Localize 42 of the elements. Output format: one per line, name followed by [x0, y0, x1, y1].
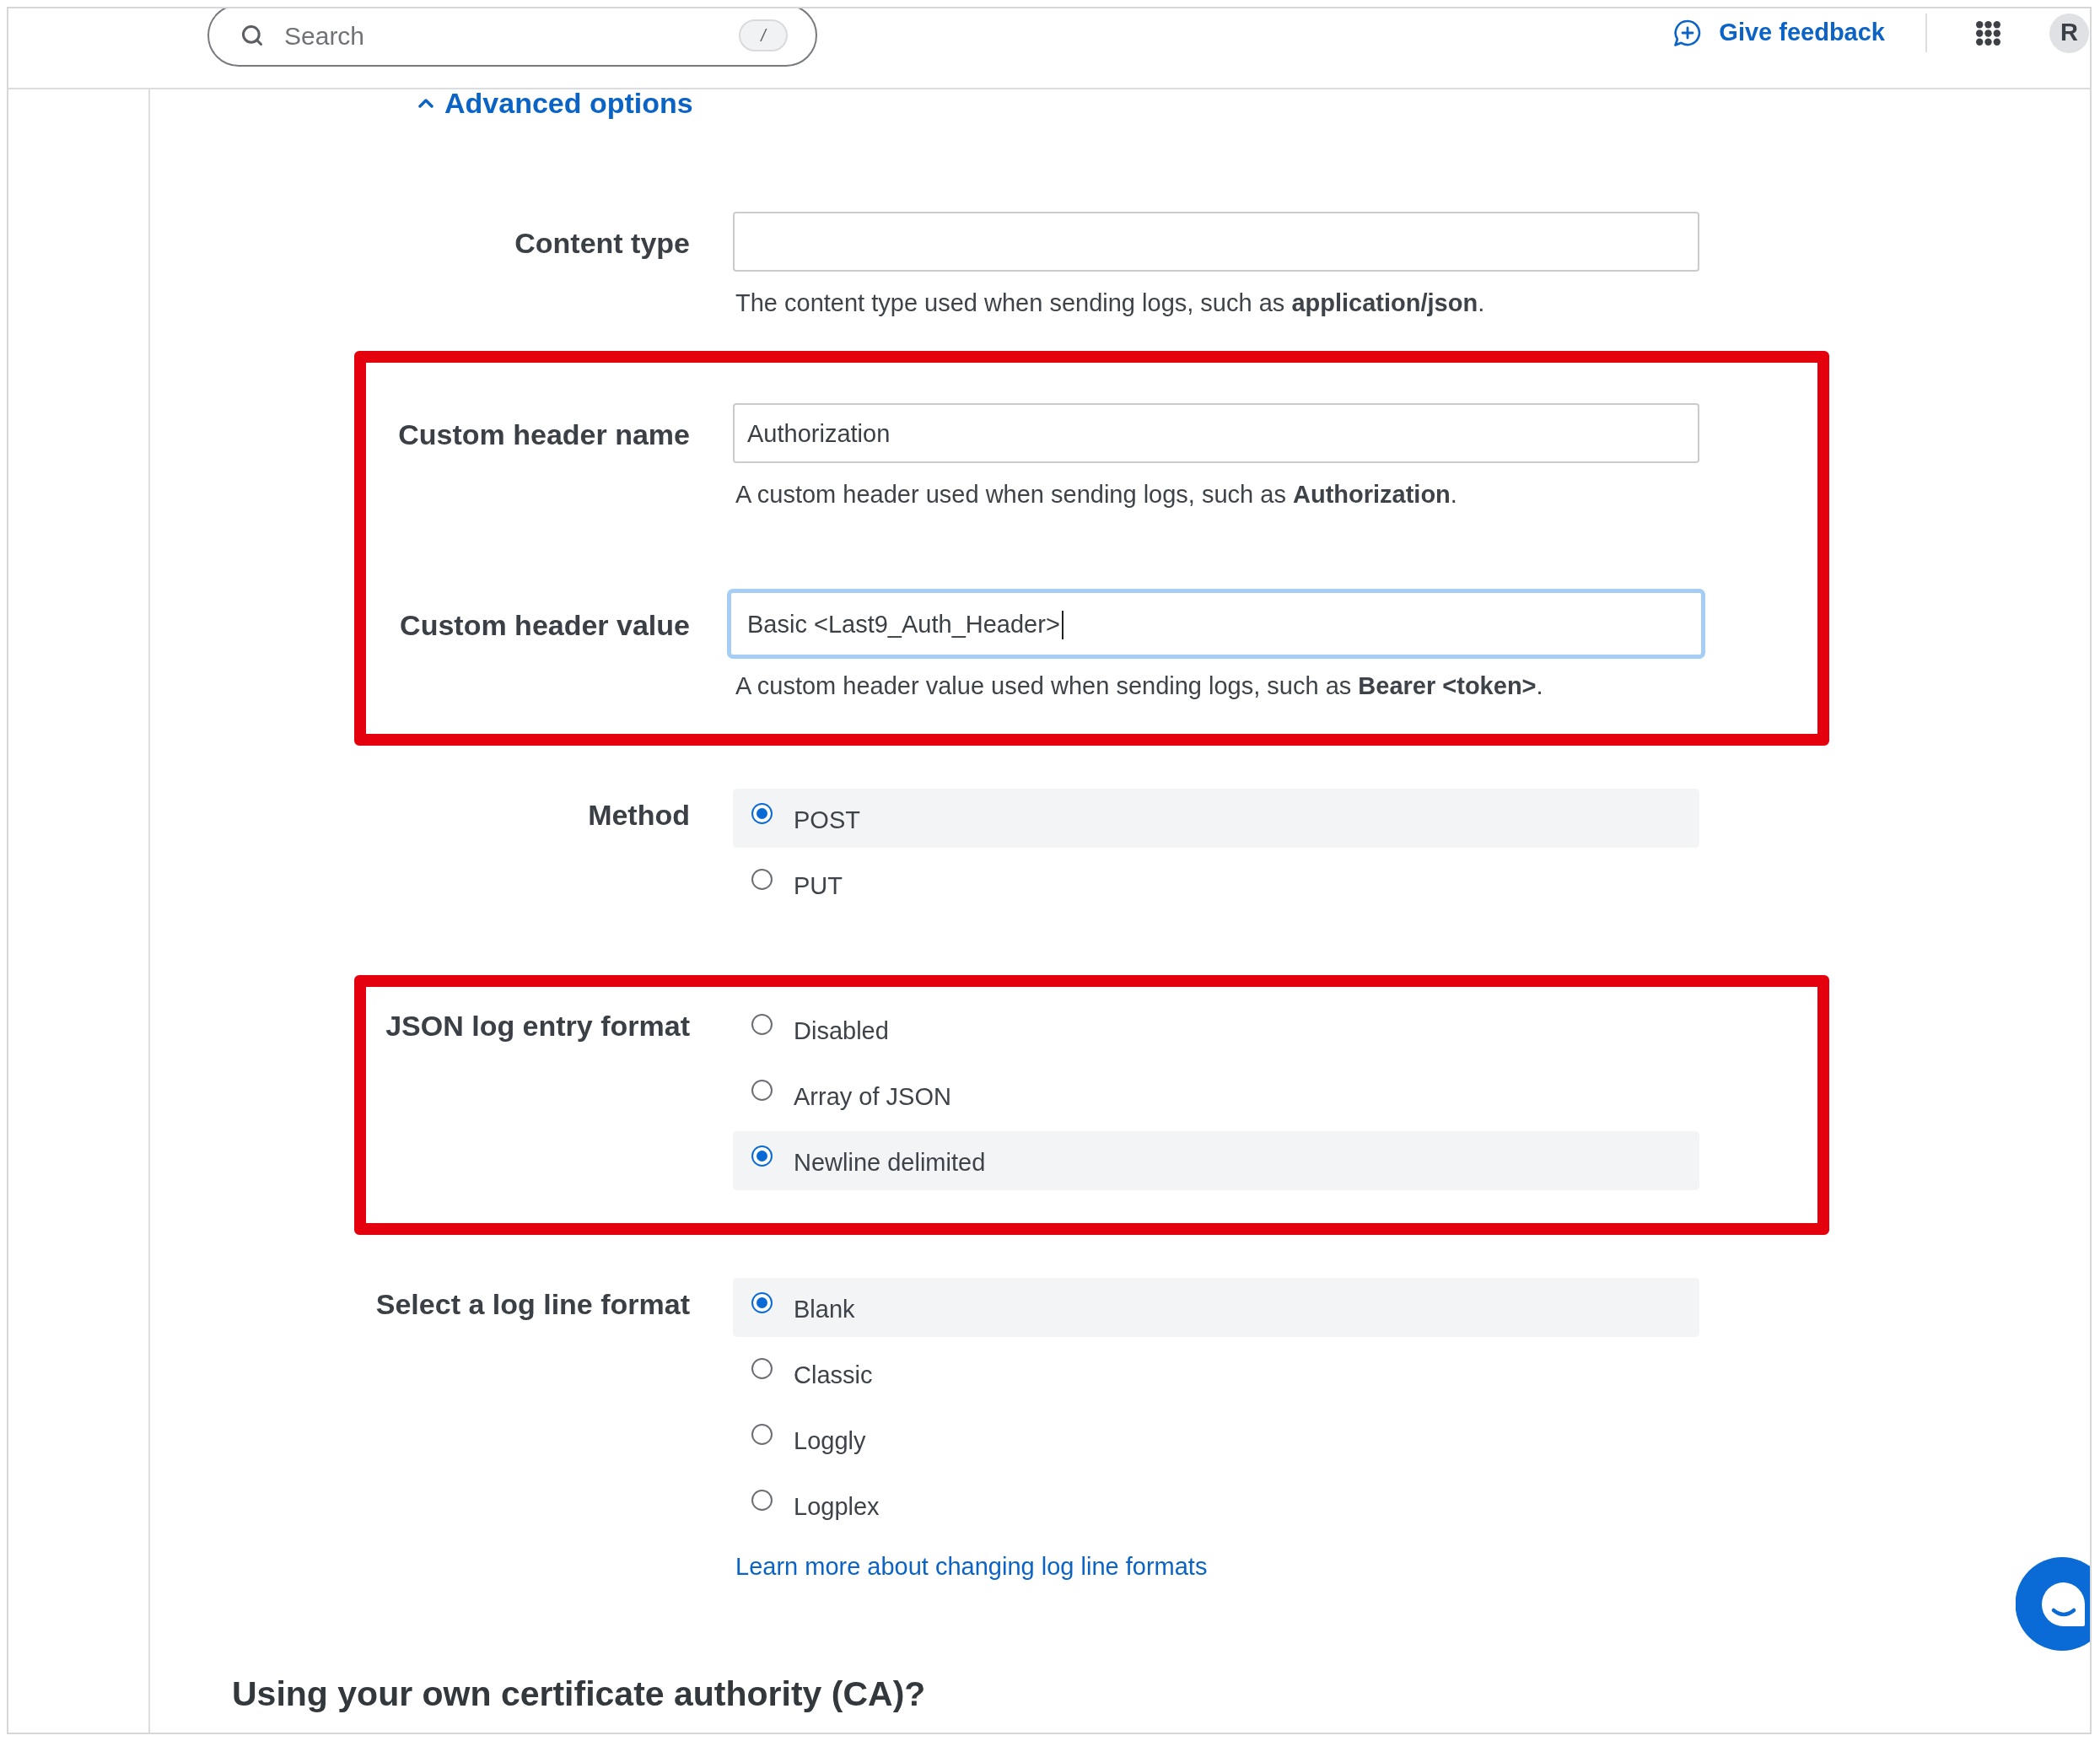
- radio-button[interactable]: [751, 1358, 773, 1379]
- radio-button[interactable]: [751, 1014, 773, 1035]
- radio-option[interactable]: Logplex: [733, 1475, 880, 1534]
- radio-button[interactable]: [751, 803, 773, 824]
- chat-button[interactable]: [2016, 1557, 2090, 1651]
- radio-option[interactable]: Disabled: [733, 1000, 889, 1059]
- help-text: A custom header value used when sending logs, such as Bearer <token>.: [735, 671, 1543, 701]
- chat-bubble-icon: [2042, 1582, 2085, 1626]
- shortcut-key: /: [739, 19, 788, 51]
- radio-option[interactable]: Blank: [733, 1278, 1699, 1337]
- text-field[interactable]: Authorization: [733, 403, 1699, 463]
- field-label: JSON log entry format: [385, 1009, 690, 1043]
- learn-more-link[interactable]: Learn more about changing log line formats: [735, 1551, 1208, 1582]
- radio-button[interactable]: [751, 1145, 773, 1167]
- field-label: Custom header value: [400, 608, 690, 642]
- feedback-link[interactable]: Give feedback: [1673, 14, 1885, 51]
- field-label: Select a log line format: [375, 1287, 690, 1321]
- avatar[interactable]: R: [2049, 13, 2089, 53]
- field-label: Method: [588, 798, 690, 832]
- radio-option[interactable]: Newline delimited: [733, 1131, 1699, 1190]
- section-heading: Using your own certificate authority (CA)?: [232, 1674, 926, 1714]
- radio-button[interactable]: [751, 1080, 773, 1101]
- radio-option[interactable]: PUT: [733, 854, 843, 914]
- radio-option[interactable]: POST: [733, 789, 1699, 848]
- radio-option[interactable]: Classic: [733, 1344, 873, 1403]
- speech-bubble-plus-icon: [1673, 19, 1703, 47]
- text-field[interactable]: [733, 212, 1699, 272]
- search-field[interactable]: Search /: [207, 8, 817, 67]
- radio-button[interactable]: [751, 1490, 773, 1511]
- field-label: Custom header name: [398, 418, 690, 451]
- radio-option[interactable]: Loggly: [733, 1410, 866, 1469]
- radio-option[interactable]: Array of JSON: [733, 1065, 951, 1124]
- help-text: The content type used when sending logs, such as application/json.: [735, 288, 1485, 318]
- text-field[interactable]: Basic <Last9_Auth_Header>: [727, 589, 1705, 659]
- radio-button[interactable]: [751, 869, 773, 890]
- grid-icon[interactable]: [1976, 20, 2000, 46]
- field-label: Content type: [514, 226, 690, 260]
- radio-button[interactable]: [751, 1424, 773, 1445]
- radio-button[interactable]: [751, 1292, 773, 1313]
- search-icon: [240, 24, 264, 47]
- help-text: A custom header used when sending logs, such as Authorization.: [735, 480, 1457, 509]
- text-cursor: [1061, 610, 1063, 639]
